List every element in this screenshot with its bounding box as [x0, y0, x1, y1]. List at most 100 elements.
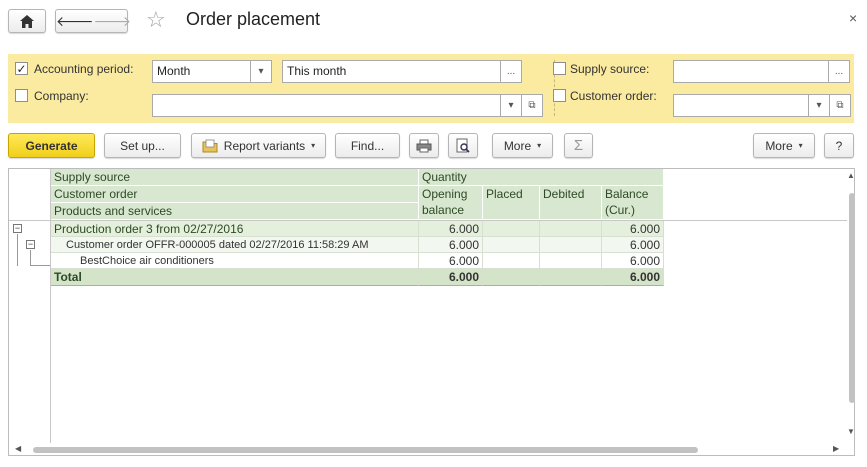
scroll-left-icon[interactable]: ◀ — [15, 444, 21, 453]
table-cell: 6.000 — [602, 237, 664, 253]
customer-order-dropdown[interactable]: ▾ — [808, 94, 830, 117]
more-actions-button[interactable]: More ▾ — [492, 133, 553, 158]
period-value-field[interactable]: This month — [282, 60, 501, 83]
period-type-select[interactable]: Month — [152, 60, 251, 83]
table-cell — [483, 253, 540, 269]
header-quantity: Quantity — [419, 169, 664, 186]
ellipsis-icon: ... — [834, 66, 844, 77]
open-window-icon: ⧉ — [836, 100, 844, 111]
chevron-down-icon: ▾ — [258, 66, 264, 77]
help-button[interactable]: ? — [824, 133, 854, 158]
company-dropdown[interactable]: ▾ — [500, 94, 522, 117]
header-opening-balance: Opening balance — [419, 186, 483, 220]
company-checkbox[interactable] — [15, 89, 28, 102]
ellipsis-icon: ... — [506, 66, 516, 77]
sigma-icon: Σ — [573, 137, 584, 154]
close-icon[interactable]: × — [849, 10, 857, 26]
favorite-star-icon[interactable]: ☆ — [146, 8, 166, 32]
scroll-down-icon[interactable]: ▼ — [847, 427, 855, 436]
chevron-down-icon: ▾ — [537, 141, 542, 150]
table-cell: 6.000 — [419, 237, 483, 253]
header-placed: Placed — [483, 186, 540, 220]
total-row-label: Total — [51, 269, 419, 286]
nav-buttons: 🡐 🡒 — [55, 9, 131, 33]
report-variants-button[interactable]: Report variants ▾ — [191, 133, 326, 158]
report-table[interactable]: Supply source Customer order Products an… — [8, 168, 855, 456]
setup-button[interactable]: Set up... — [104, 133, 181, 158]
forward-arrow-icon[interactable]: 🡒 — [94, 13, 132, 30]
vertical-scrollbar[interactable]: ▲ ▼ — [847, 169, 855, 443]
header-balance-cur: Balance (Cur.) — [602, 186, 664, 220]
folder-icon — [202, 139, 218, 152]
supply-source-field[interactable] — [673, 60, 829, 83]
page-title: Order placement — [186, 9, 321, 29]
sum-button[interactable]: Σ — [564, 133, 593, 158]
supply-source-choose-button[interactable]: ... — [828, 60, 850, 83]
check-icon: ✓ — [16, 61, 27, 76]
table-cell — [540, 237, 602, 253]
company-field[interactable] — [152, 94, 501, 117]
table-cell — [483, 237, 540, 253]
scroll-up-icon[interactable]: ▲ — [847, 171, 855, 180]
customer-order-open-button[interactable]: ⧉ — [829, 94, 851, 117]
supply-source-label: Supply source: — [570, 62, 650, 76]
tree-line — [30, 250, 31, 265]
home-icon — [20, 14, 34, 28]
preview-button[interactable] — [448, 133, 478, 158]
total-cell: 6.000 — [419, 269, 483, 286]
report-variants-label: Report variants — [223, 138, 306, 153]
chevron-down-icon: ▾ — [816, 100, 822, 111]
chevron-down-icon: ▾ — [798, 141, 803, 150]
horizontal-scroll-thumb[interactable] — [33, 447, 698, 453]
tree-line — [30, 265, 50, 266]
customer-order-field[interactable] — [673, 94, 809, 117]
table-cell — [540, 221, 602, 237]
period-value-choose-button[interactable]: ... — [500, 60, 522, 83]
company-label: Company: — [34, 89, 89, 103]
total-cell: 6.000 — [602, 269, 664, 286]
more-menu-button[interactable]: More ▾ — [753, 133, 815, 158]
table-row-label: BestChoice air conditioners — [51, 253, 419, 269]
printer-icon — [416, 139, 432, 152]
vertical-scroll-thumb[interactable] — [849, 193, 855, 403]
supply-source-checkbox[interactable] — [553, 62, 566, 75]
print-preview-icon — [456, 138, 470, 153]
find-button[interactable]: Find... — [335, 133, 400, 158]
home-button[interactable] — [8, 9, 46, 33]
customer-order-label: Customer order: — [570, 89, 657, 103]
table-row-label: Production order 3 from 02/27/2016 — [51, 221, 419, 237]
print-button[interactable] — [409, 133, 439, 158]
header-products-services: Products and services — [51, 203, 419, 220]
header-debited: Debited — [540, 186, 602, 220]
header-customer-order: Customer order — [51, 186, 419, 203]
collapse-customer-order-icon[interactable]: − — [26, 240, 35, 249]
open-window-icon: ⧉ — [528, 100, 536, 111]
header-supply-source: Supply source — [51, 169, 419, 186]
company-open-button[interactable]: ⧉ — [521, 94, 543, 117]
table-cell: 6.000 — [419, 253, 483, 269]
filter-panel: ✓ Accounting period: Month ▾ This month … — [8, 54, 854, 123]
tree-line — [17, 234, 18, 266]
table-cell: 6.000 — [419, 221, 483, 237]
back-arrow-icon[interactable]: 🡐 — [56, 13, 94, 30]
table-cell: 6.000 — [602, 253, 664, 269]
total-cell — [483, 269, 540, 286]
more-label: More — [503, 138, 532, 153]
collapse-production-order-icon[interactable]: − — [13, 224, 22, 233]
chevron-down-icon: ▾ — [508, 100, 514, 111]
accounting-period-checkbox[interactable]: ✓ — [15, 62, 28, 75]
scroll-right-icon[interactable]: ▶ — [833, 444, 839, 453]
table-cell — [483, 221, 540, 237]
generate-button[interactable]: Generate — [8, 133, 95, 158]
period-type-dropdown[interactable]: ▾ — [250, 60, 272, 83]
chevron-down-icon: ▾ — [311, 141, 316, 150]
table-row-label: Customer order OFFR-000005 dated 02/27/2… — [51, 237, 419, 253]
accounting-period-label: Accounting period: — [34, 62, 134, 76]
horizontal-scrollbar[interactable]: ◀ ▶ — [9, 443, 847, 456]
total-cell — [540, 269, 602, 286]
table-cell: 6.000 — [602, 221, 664, 237]
table-cell — [540, 253, 602, 269]
customer-order-checkbox[interactable] — [553, 89, 566, 102]
tree-gutter — [9, 169, 51, 443]
more-label: More — [765, 138, 793, 153]
